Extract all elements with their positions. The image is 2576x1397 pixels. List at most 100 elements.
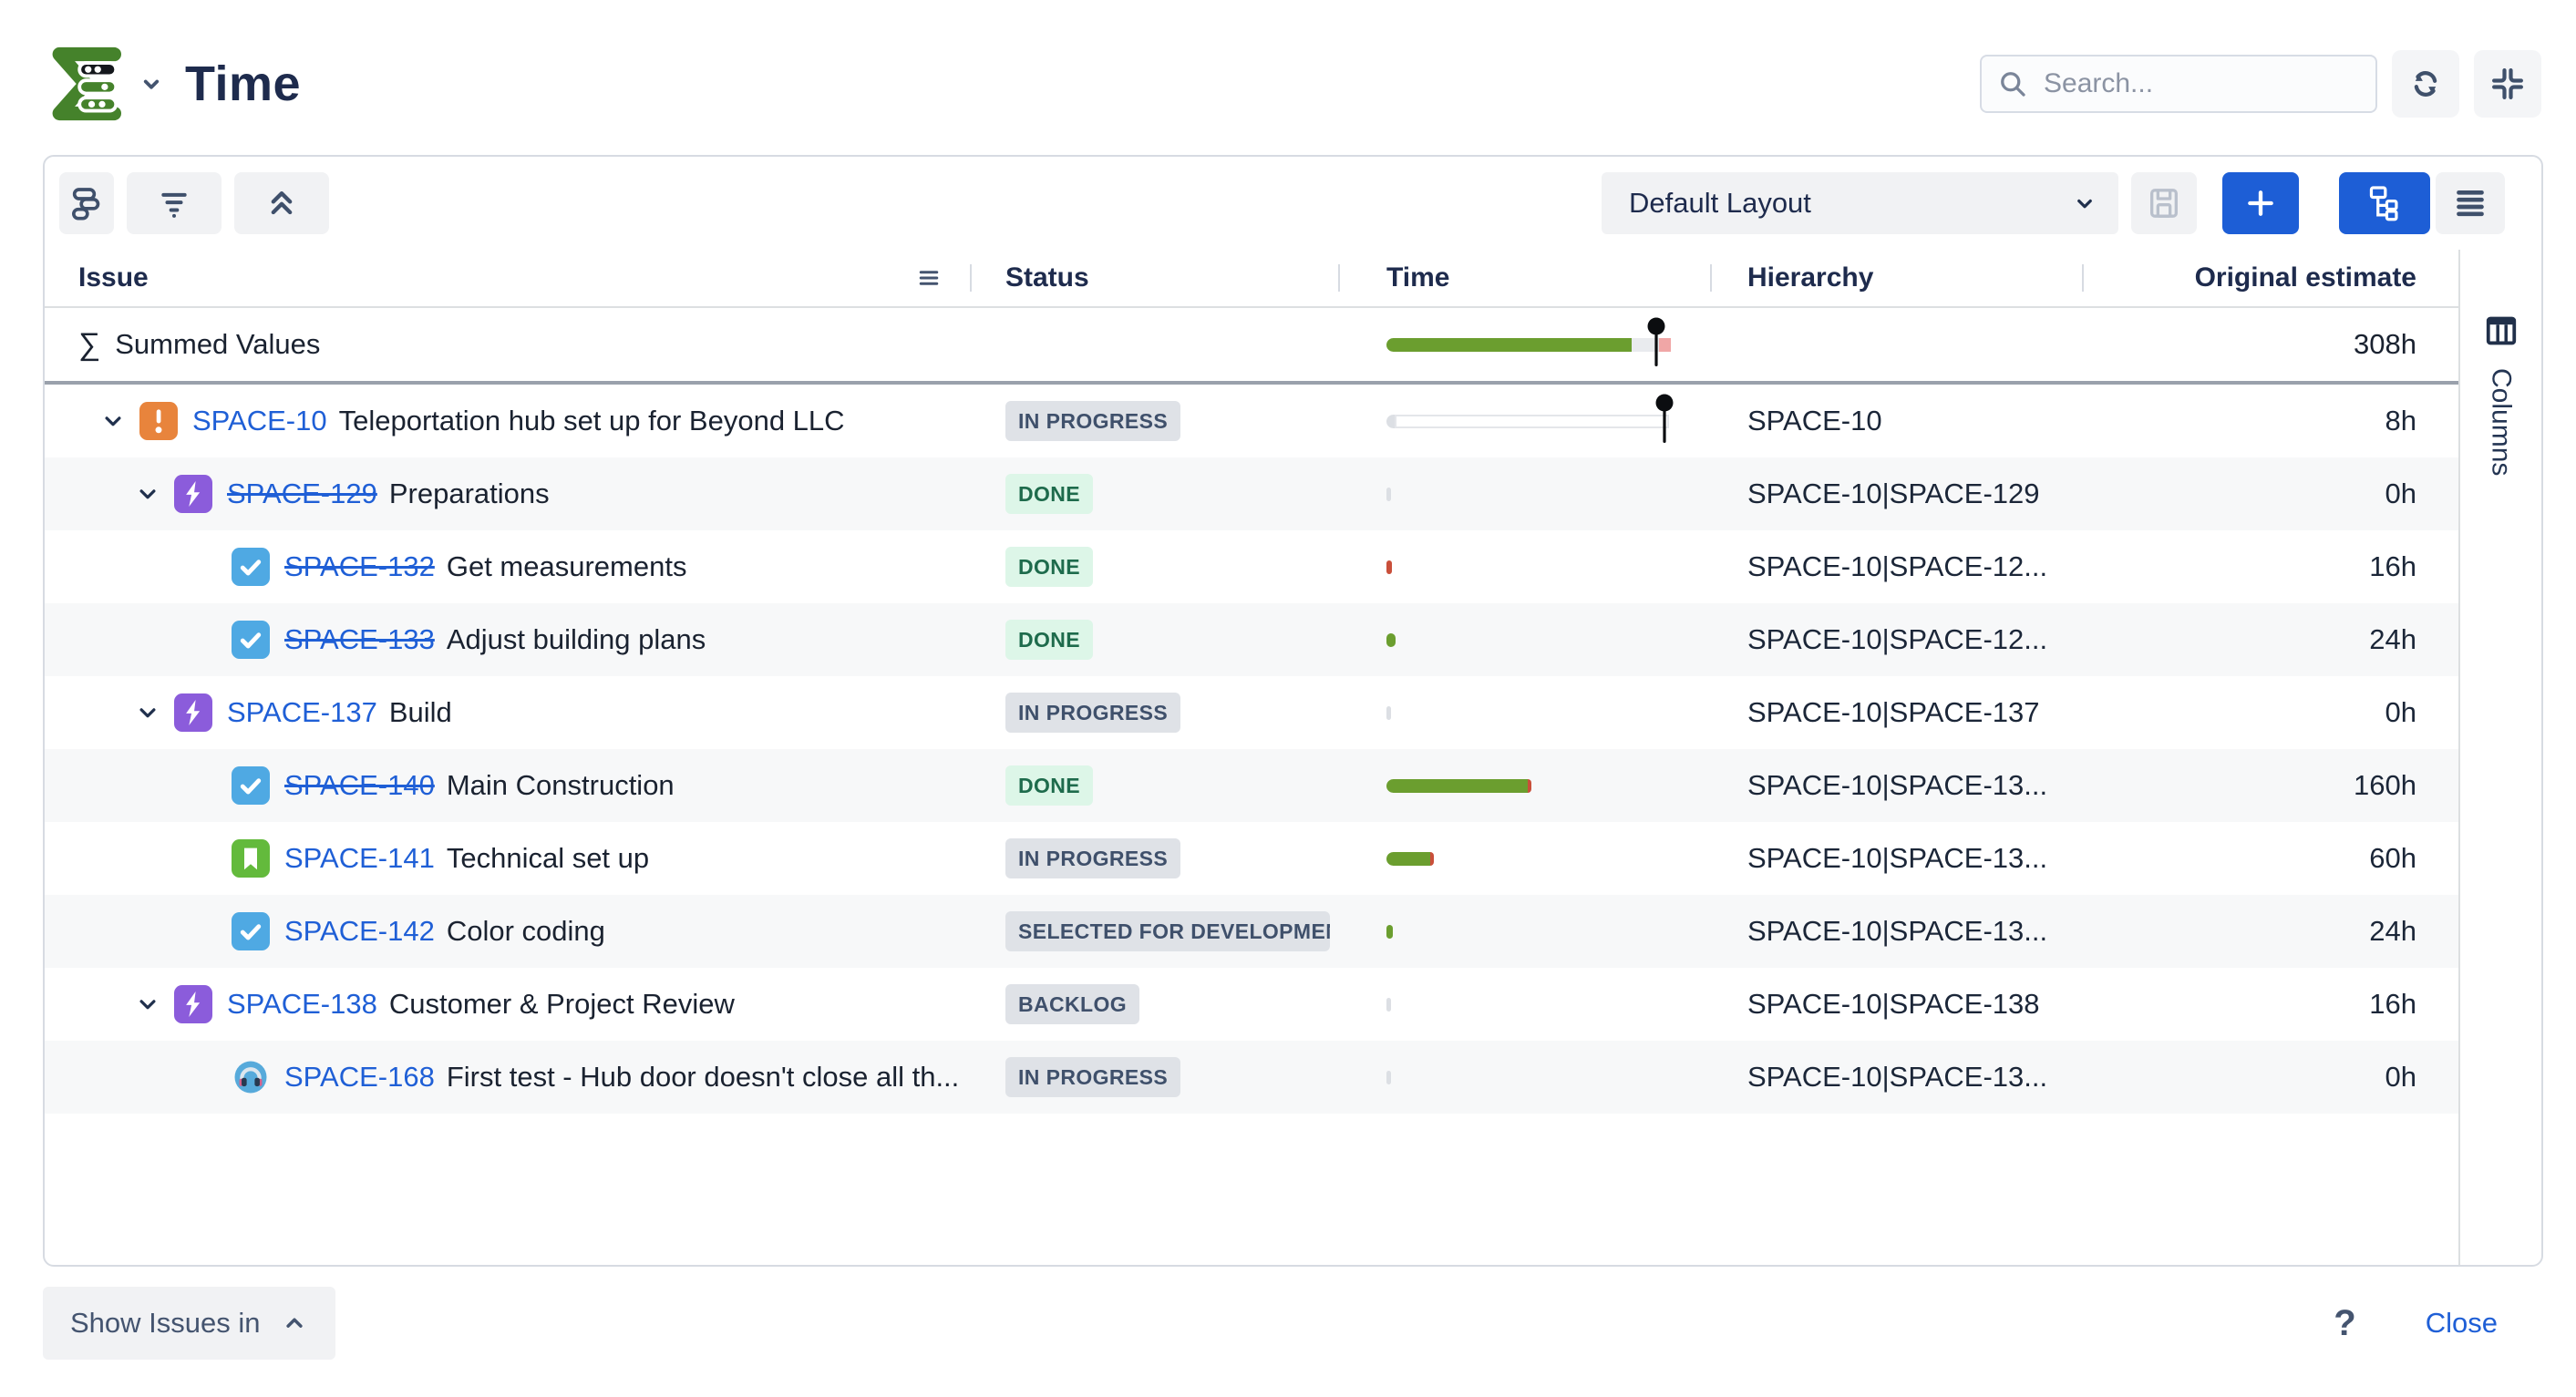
time-cell [1338, 968, 1710, 1041]
issue-row: SPACE-141Technical set upIN PROGRESS SPAC… [45, 822, 2458, 895]
time-cell [1338, 457, 1710, 530]
refresh-button[interactable] [2392, 50, 2459, 118]
status-lozenge: IN PROGRESS [1005, 693, 1180, 733]
collapse-all-button[interactable] [234, 172, 329, 234]
search-box[interactable] [1980, 55, 2377, 113]
status-lozenge: DONE [1005, 547, 1093, 587]
issue-key-link[interactable]: SPACE-142 [284, 915, 435, 948]
column-header-hierarchy[interactable]: Hierarchy [1710, 262, 2082, 293]
column-header-status[interactable]: Status [970, 262, 1338, 293]
original-estimate-value: 8h [2082, 405, 2458, 437]
issue-summary: Get measurements [447, 550, 687, 583]
issue-key-link[interactable]: SPACE-141 [284, 842, 435, 875]
status-cell: BACKLOG [970, 984, 1338, 1024]
time-cell [1338, 1041, 1710, 1114]
time-progress-bar [1386, 968, 1710, 1041]
chevron-up-icon [281, 1310, 308, 1337]
story-issue-type-icon [232, 839, 284, 878]
chevron-down-icon[interactable] [138, 70, 165, 98]
row-expand-chevron[interactable] [134, 991, 174, 1018]
issue-key-link[interactable]: SPACE-137 [227, 696, 377, 729]
status-cell: DONE [970, 474, 1338, 514]
time-bar-segment-red [1386, 560, 1392, 574]
status-lozenge: DONE [1005, 620, 1093, 660]
issue-key-link[interactable]: SPACE-10 [192, 405, 327, 437]
time-cell [1338, 749, 1710, 822]
time-progress-bar [1386, 457, 1710, 530]
issue-cell: SPACE-137 Build [45, 693, 970, 732]
issue-cell: SPACE-133 Adjust building plans [45, 621, 970, 659]
app-logo[interactable] [43, 46, 165, 122]
show-issues-in-button[interactable]: Show Issues in [43, 1287, 335, 1360]
exit-fullscreen-button[interactable] [2474, 50, 2541, 118]
task-issue-type-icon [232, 621, 284, 659]
time-bar-segment-empty [1395, 415, 1669, 428]
time-bar-segment-cap [1386, 998, 1391, 1012]
time-pin-marker [1647, 316, 1665, 369]
status-lozenge: BACKLOG [1005, 984, 1139, 1024]
time-bar-segment-cap [1386, 488, 1391, 501]
hierarchy-path: SPACE-10|SPACE-13... [1710, 769, 2082, 802]
issue-key-link[interactable]: SPACE-140 [284, 769, 435, 802]
column-header-issue-label: Issue [78, 262, 149, 293]
search-icon [1996, 67, 2029, 100]
hierarchy-path: SPACE-10|SPACE-129 [1710, 478, 2082, 510]
issue-column-menu-icon[interactable] [915, 264, 943, 292]
column-header-issue[interactable]: Issue [45, 262, 970, 293]
issue-cell: SPACE-140Main Construction [45, 766, 970, 805]
issue-summary: Adjust building plans [447, 623, 706, 656]
table-toolbar: Default Layout [45, 157, 2541, 250]
timeline-view-button[interactable] [59, 172, 114, 234]
column-header-original-estimate[interactable]: Original estimate [2082, 262, 2458, 293]
status-cell: DONE [970, 620, 1338, 660]
original-estimate-value: 0h [2082, 478, 2458, 510]
issue-summary: Build [389, 696, 452, 729]
list-view-button[interactable] [2436, 172, 2505, 234]
epic-issue-type-icon [174, 475, 227, 513]
search-input[interactable] [2042, 67, 2361, 100]
issue-grid: Issue Status Time Hierarchy [45, 250, 2460, 1265]
epic-issue-type-icon [174, 693, 227, 732]
issue-summary: First test - Hub door doesn't close all … [447, 1061, 959, 1094]
status-cell: IN PROGRESS [970, 838, 1338, 878]
time-bar-segment-cap [1386, 706, 1391, 720]
save-layout-button[interactable] [2131, 172, 2197, 234]
time-bar-segment-red [1528, 779, 1531, 793]
tree-view-button[interactable] [2339, 172, 2430, 234]
filter-button[interactable] [127, 172, 222, 234]
close-button[interactable]: Close [2420, 1306, 2503, 1341]
status-cell: DONE [970, 547, 1338, 587]
issue-rows: SPACE-10 Teleportation hub set up for Bey… [45, 385, 2458, 1114]
issue-row: SPACE-138Customer & Project ReviewBACKLO… [45, 968, 2458, 1041]
chevron-down-icon [2071, 190, 2098, 217]
issue-key-link[interactable]: SPACE-168 [284, 1061, 435, 1094]
alert-issue-type-icon [139, 402, 192, 440]
help-button[interactable]: ? [2328, 1302, 2361, 1345]
column-header-time[interactable]: Time [1338, 262, 1710, 293]
row-expand-chevron[interactable] [134, 699, 174, 726]
row-expand-chevron[interactable] [134, 480, 174, 508]
status-cell: IN PROGRESS [970, 1057, 1338, 1097]
issue-key-link[interactable]: SPACE-133 [284, 623, 435, 656]
issue-cell: SPACE-129Preparations [45, 475, 970, 513]
issue-cell: SPACE-141Technical set up [45, 839, 970, 878]
row-expand-chevron[interactable] [99, 407, 139, 435]
issue-key-link[interactable]: SPACE-138 [227, 988, 377, 1021]
issue-row: SPACE-133 Adjust building plans DONE SPACE-… [45, 603, 2458, 676]
issue-cell: SPACE-142Color coding [45, 912, 970, 950]
hierarchy-path: SPACE-10|SPACE-137 [1710, 696, 2082, 729]
columns-panel-toggle[interactable]: Columns [2460, 250, 2541, 1265]
layout-select[interactable]: Default Layout [1602, 172, 2118, 234]
layout-select-value: Default Layout [1629, 187, 2071, 220]
time-cell [1338, 530, 1710, 603]
original-estimate-value: 60h [2082, 842, 2458, 875]
add-issue-button[interactable] [2222, 172, 2299, 234]
time-bar-segment-green [1386, 779, 1528, 793]
issue-summary: Teleportation hub set up for Beyond LLC [339, 405, 845, 437]
time-progress-bar [1386, 308, 1710, 381]
time-progress-bar [1386, 385, 1710, 457]
issue-key-link[interactable]: SPACE-132 [284, 550, 435, 583]
original-estimate-value: 0h [2082, 696, 2458, 729]
issue-key-link[interactable]: SPACE-129 [227, 478, 377, 510]
time-cell [1338, 822, 1710, 895]
